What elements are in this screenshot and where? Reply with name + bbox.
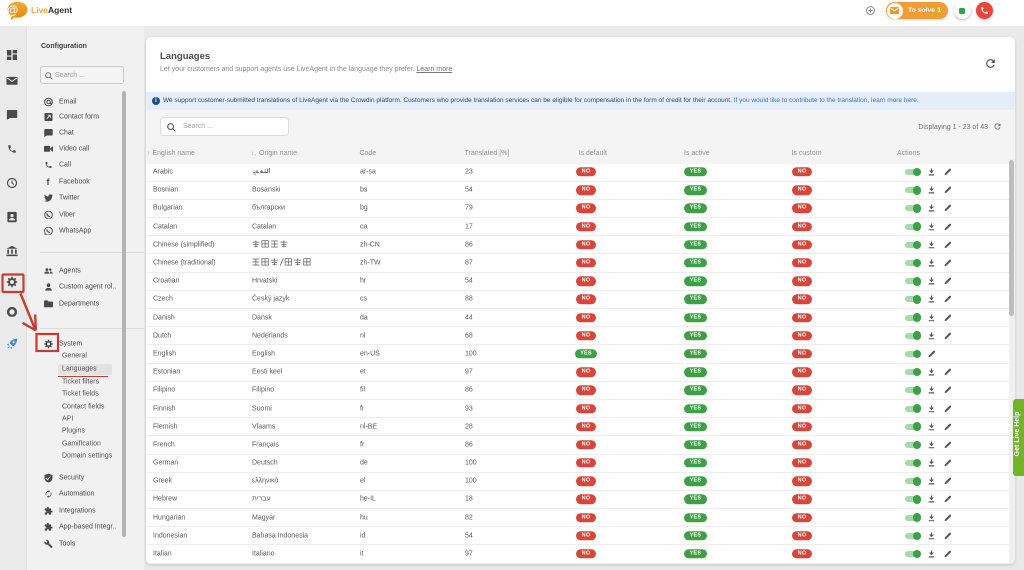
svg-text:@: @ bbox=[7, 5, 18, 17]
